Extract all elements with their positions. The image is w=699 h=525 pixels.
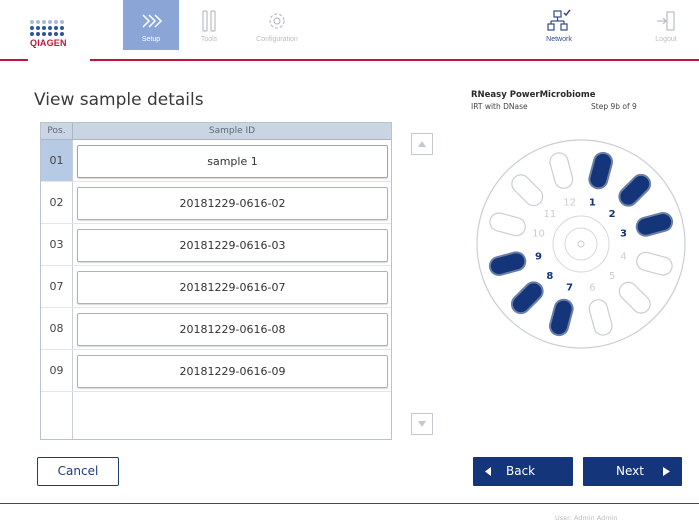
nav-setup-label: Setup: [141, 36, 161, 43]
row-position: 08: [41, 308, 73, 349]
table-row[interactable]: 03 20181229-0616-03: [41, 224, 391, 265]
back-button-label: Back: [506, 464, 536, 478]
rotor-position-label: 1: [589, 197, 596, 208]
table-row[interactable]: 01 sample 1: [41, 140, 391, 181]
row-position: 09: [41, 350, 73, 391]
rotor-position-label: 12: [563, 197, 576, 208]
scroll-down-button[interactable]: [411, 413, 433, 435]
next-button[interactable]: Next: [583, 457, 682, 486]
rotor-position-label: 4: [620, 251, 626, 262]
network-icon: [531, 6, 587, 36]
empty-row: [41, 392, 73, 439]
protocol-variant: IRT with DNase: [471, 102, 528, 111]
back-button[interactable]: Back: [473, 457, 573, 486]
tools-icon: [181, 6, 237, 36]
sample-id-field[interactable]: 20181229-0616-03: [77, 229, 388, 262]
header-bar: QIAGEN Setup Tools Configuration Network…: [0, 0, 699, 62]
footer-divider: [0, 503, 699, 504]
table-row[interactable]: 07 20181229-0616-07: [41, 266, 391, 307]
row-position: 01: [41, 140, 73, 181]
rotor-diagram: 123456789101112: [476, 139, 686, 349]
nav-configuration[interactable]: Configuration: [243, 0, 311, 50]
logo-text: QIAGEN: [30, 38, 67, 48]
nav-logout-label: Logout: [655, 36, 677, 43]
header-accent-line-left: [0, 59, 28, 61]
column-header-pos: Pos.: [41, 123, 73, 139]
sample-id-field[interactable]: 20181229-0616-08: [77, 313, 388, 346]
nav-setup[interactable]: Setup: [123, 0, 179, 50]
rotor-position-label: 9: [535, 251, 542, 262]
arrow-down-icon: [418, 421, 426, 427]
row-position: 07: [41, 266, 73, 307]
setup-icon: [123, 6, 179, 36]
table-header: Pos. Sample ID: [41, 123, 391, 140]
nav-tools-label: Tools: [200, 36, 218, 43]
nav-configuration-label: Configuration: [256, 36, 298, 43]
rotor-position-label: 10: [532, 229, 545, 240]
column-header-sample-id: Sample ID: [208, 126, 256, 136]
chevron-left-icon: [485, 467, 491, 476]
rotor-position-label: 7: [566, 283, 573, 294]
rotor-outer-ring: [476, 139, 686, 349]
protocol-name: RNeasy PowerMicrobiome: [471, 90, 596, 100]
sample-id-field[interactable]: 20181229-0616-02: [77, 187, 388, 220]
row-position: 02: [41, 182, 73, 223]
row-divider: [41, 391, 391, 392]
rotor-position-label: 2: [609, 209, 616, 220]
qiagen-logo: QIAGEN: [30, 20, 67, 60]
nav-tools[interactable]: Tools: [181, 0, 237, 50]
arrow-up-icon: [418, 141, 426, 147]
next-button-label: Next: [616, 464, 644, 478]
rotor-position-label: 11: [544, 209, 557, 220]
logo-dots: [30, 20, 66, 36]
sample-id-field[interactable]: sample 1: [77, 145, 388, 178]
sample-id-field[interactable]: 20181229-0616-07: [77, 271, 388, 304]
chevron-right-icon: [663, 467, 670, 476]
nav-network-label: Network: [546, 36, 572, 43]
table-row[interactable]: 02 20181229-0616-02: [41, 182, 391, 223]
cancel-button[interactable]: Cancel: [37, 457, 119, 486]
sample-table: Pos. Sample ID 01 sample 1 02 20181229-0…: [40, 122, 392, 440]
user-info: User: Admin Admin: [555, 514, 618, 522]
nav-network[interactable]: Network: [531, 0, 587, 50]
step-indicator: Step 9b of 9: [591, 102, 637, 111]
page-title: View sample details: [34, 90, 204, 110]
logout-icon: [638, 6, 694, 36]
gear-icon: [243, 6, 311, 36]
rotor-position-label: 8: [546, 271, 553, 282]
rotor-position-label: 3: [620, 229, 627, 240]
table-row[interactable]: 09 20181229-0616-09: [41, 350, 391, 391]
sample-id-field[interactable]: 20181229-0616-09: [77, 355, 388, 388]
scroll-up-button[interactable]: [411, 133, 433, 155]
rotor-position-label: 5: [609, 271, 615, 282]
nav-logout[interactable]: Logout: [638, 0, 694, 50]
row-position: 03: [41, 224, 73, 265]
header-accent-line-right: [90, 59, 699, 61]
table-row[interactable]: 08 20181229-0616-08: [41, 308, 391, 349]
rotor-position-label: 6: [589, 283, 595, 294]
